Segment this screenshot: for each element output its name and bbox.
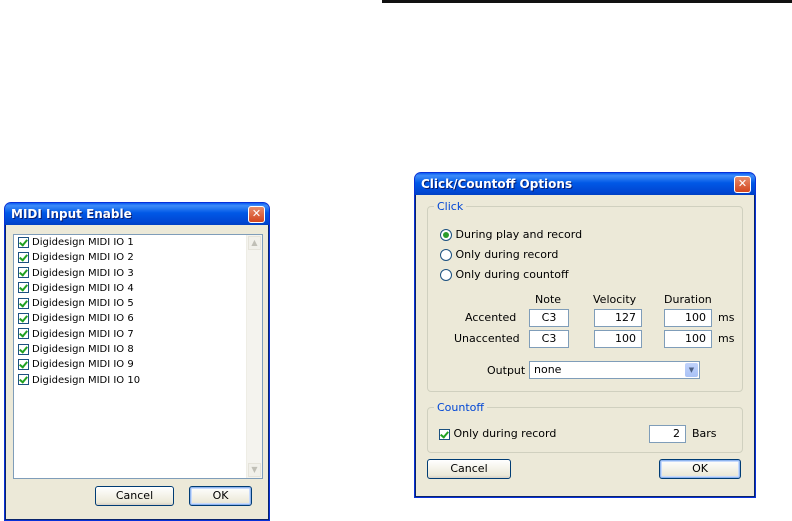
radio-label: During play and record: [455, 228, 583, 241]
click-group-legend: Click: [434, 200, 467, 213]
list-item[interactable]: Digidesign MIDI IO 5: [14, 296, 262, 311]
midi-dialog-titlebar[interactable]: MIDI Input Enable ✕: [5, 203, 269, 225]
midi-ok-button[interactable]: OK: [189, 486, 252, 506]
list-item-label: Digidesign MIDI IO 4: [32, 282, 134, 294]
radio-icon[interactable]: [440, 229, 452, 241]
list-item[interactable]: Digidesign MIDI IO 8: [14, 342, 262, 357]
accented-velocity-field[interactable]: 127: [594, 309, 642, 327]
scroll-up-icon[interactable]: ▲: [248, 236, 261, 250]
click-cancel-button[interactable]: Cancel: [427, 459, 511, 479]
checkbox-icon[interactable]: [439, 428, 450, 440]
checkbox-icon[interactable]: [18, 343, 29, 355]
list-scrollbar[interactable]: ▲ ▼: [246, 235, 262, 478]
list-item[interactable]: Digidesign MIDI IO 3: [14, 266, 262, 281]
list-item-label: Digidesign MIDI IO 5: [32, 298, 134, 310]
top-edge-line: [382, 0, 792, 3]
checkbox-icon[interactable]: [18, 374, 29, 386]
list-item[interactable]: Digidesign MIDI IO 2: [14, 250, 262, 265]
list-item[interactable]: Digidesign MIDI IO 1: [14, 235, 262, 250]
radio-icon[interactable]: [440, 269, 452, 281]
checkbox-icon[interactable]: [18, 328, 29, 340]
list-item[interactable]: Digidesign MIDI IO 10: [14, 373, 262, 388]
unaccented-duration-field[interactable]: 100: [664, 330, 712, 348]
countoff-only-during-record-checkbox[interactable]: Only during record: [439, 427, 556, 440]
close-icon[interactable]: ✕: [248, 206, 265, 223]
scroll-down-icon[interactable]: ▼: [248, 463, 261, 477]
bars-label: Bars: [692, 427, 717, 440]
accented-label: Accented: [465, 311, 517, 324]
list-item-label: Digidesign MIDI IO 2: [32, 252, 134, 264]
radio-label: Only during countoff: [455, 268, 569, 281]
radio-only-during-countoff[interactable]: Only during countoff: [440, 268, 569, 281]
radio-only-during-record[interactable]: Only during record: [440, 248, 558, 261]
list-item-label: Digidesign MIDI IO 9: [32, 359, 134, 371]
output-value: none: [534, 363, 562, 376]
chevron-down-icon[interactable]: ▼: [685, 363, 698, 377]
countoff-only-during-record-label: Only during record: [453, 427, 557, 440]
click-dialog-title: Click/Countoff Options: [421, 177, 573, 191]
close-icon[interactable]: ✕: [734, 176, 751, 193]
click-ok-button[interactable]: OK: [659, 459, 741, 479]
list-item[interactable]: Digidesign MIDI IO 6: [14, 311, 262, 326]
checkbox-icon[interactable]: [18, 267, 29, 279]
list-item-label: Digidesign MIDI IO 8: [32, 344, 134, 356]
unaccented-label: Unaccented: [454, 332, 520, 345]
checkbox-icon[interactable]: [18, 297, 29, 309]
unaccented-ms-unit: ms: [718, 332, 735, 345]
output-dropdown[interactable]: none ▼: [529, 361, 700, 379]
list-item-label: Digidesign MIDI IO 1: [32, 237, 134, 248]
list-item[interactable]: Digidesign MIDI IO 4: [14, 281, 262, 296]
click-dialog-titlebar[interactable]: Click/Countoff Options ✕: [415, 173, 755, 195]
checkbox-icon[interactable]: [18, 236, 29, 248]
countoff-group-legend: Countoff: [434, 401, 487, 414]
midi-cancel-button[interactable]: Cancel: [95, 486, 174, 506]
countoff-bars-field[interactable]: 2: [649, 425, 686, 443]
list-item-label: Digidesign MIDI IO 3: [32, 267, 134, 279]
radio-icon[interactable]: [440, 249, 452, 261]
radio-during-play-and-record[interactable]: During play and record: [440, 228, 582, 241]
list-item-label: Digidesign MIDI IO 10: [32, 374, 141, 386]
list-item[interactable]: Digidesign MIDI IO 7: [14, 327, 262, 342]
list-item-label: Digidesign MIDI IO 7: [32, 328, 134, 340]
midi-dialog-title: MIDI Input Enable: [11, 207, 132, 221]
duration-column-header: Duration: [664, 293, 712, 306]
click-countoff-options-dialog: Click/Countoff Options ✕ Click During pl…: [414, 172, 756, 498]
click-group: Click During play and record Only during…: [427, 200, 743, 392]
midi-input-list[interactable]: Digidesign MIDI IO 1 Digidesign MIDI IO 2…: [13, 234, 263, 479]
accented-ms-unit: ms: [718, 311, 735, 324]
list-item[interactable]: Digidesign MIDI IO 9: [14, 357, 262, 372]
unaccented-velocity-field[interactable]: 100: [594, 330, 642, 348]
note-column-header: Note: [535, 293, 562, 306]
checkbox-icon[interactable]: [18, 358, 29, 370]
checkbox-icon[interactable]: [18, 312, 29, 324]
unaccented-note-field[interactable]: C3: [529, 330, 569, 348]
checkbox-icon[interactable]: [18, 251, 29, 263]
accented-note-field[interactable]: C3: [529, 309, 569, 327]
countoff-group: Countoff Only during record 2 Bars: [427, 401, 743, 453]
output-label: Output: [487, 364, 526, 377]
velocity-column-header: Velocity: [593, 293, 637, 306]
accented-duration-field[interactable]: 100: [664, 309, 712, 327]
checkbox-icon[interactable]: [18, 282, 29, 294]
list-item-label: Digidesign MIDI IO 6: [32, 313, 134, 325]
radio-label: Only during record: [455, 248, 559, 261]
midi-input-enable-dialog: MIDI Input Enable ✕ Digidesign MIDI IO 1…: [4, 202, 270, 521]
